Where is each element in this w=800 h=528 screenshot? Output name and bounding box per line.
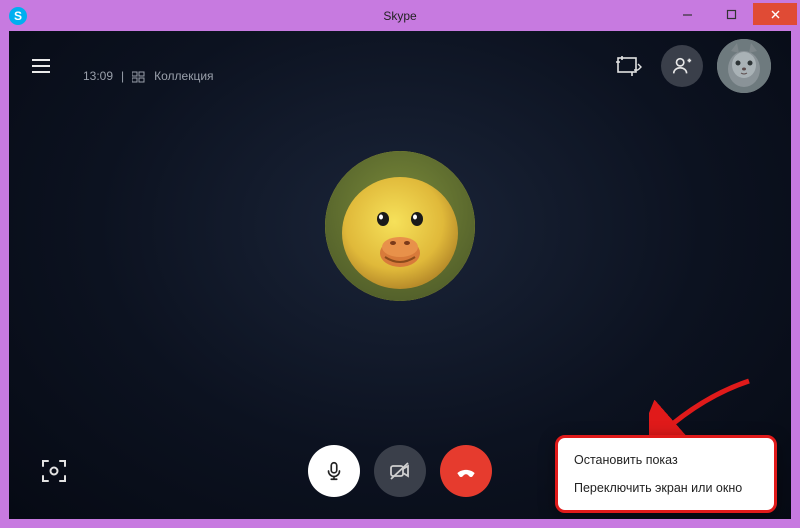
call-area: 13:09 | Коллекция (9, 31, 791, 519)
minimize-button[interactable] (665, 3, 709, 25)
contact-avatar (325, 151, 475, 301)
menu-item-switch-screen[interactable]: Переключить экран или окно (558, 474, 774, 502)
collection-label: Коллекция (154, 69, 213, 83)
snapshot-icon[interactable] (37, 454, 71, 488)
titlebar: S Skype (3, 3, 797, 29)
menu-item-stop-sharing[interactable]: Остановить показ (558, 446, 774, 474)
add-participant-button[interactable] (661, 45, 703, 87)
maximize-button[interactable] (709, 3, 753, 25)
crop-icon[interactable] (611, 51, 647, 81)
window-controls (665, 3, 797, 25)
camera-off-button[interactable] (374, 445, 426, 497)
top-bar: 13:09 | Коллекция (9, 31, 791, 101)
microphone-button[interactable] (308, 445, 360, 497)
top-right-controls (611, 39, 771, 93)
menu-icon[interactable] (29, 54, 53, 78)
call-time: 13:09 (83, 69, 113, 83)
close-button[interactable] (753, 3, 797, 25)
share-context-menu: Остановить показ Переключить экран или о… (555, 435, 777, 513)
separator: | (121, 69, 124, 83)
collection-icon (132, 69, 146, 83)
app-icon: S (9, 7, 27, 25)
call-info: 13:09 | Коллекция (83, 69, 214, 83)
user-avatar[interactable] (717, 39, 771, 93)
hangup-button[interactable] (440, 445, 492, 497)
